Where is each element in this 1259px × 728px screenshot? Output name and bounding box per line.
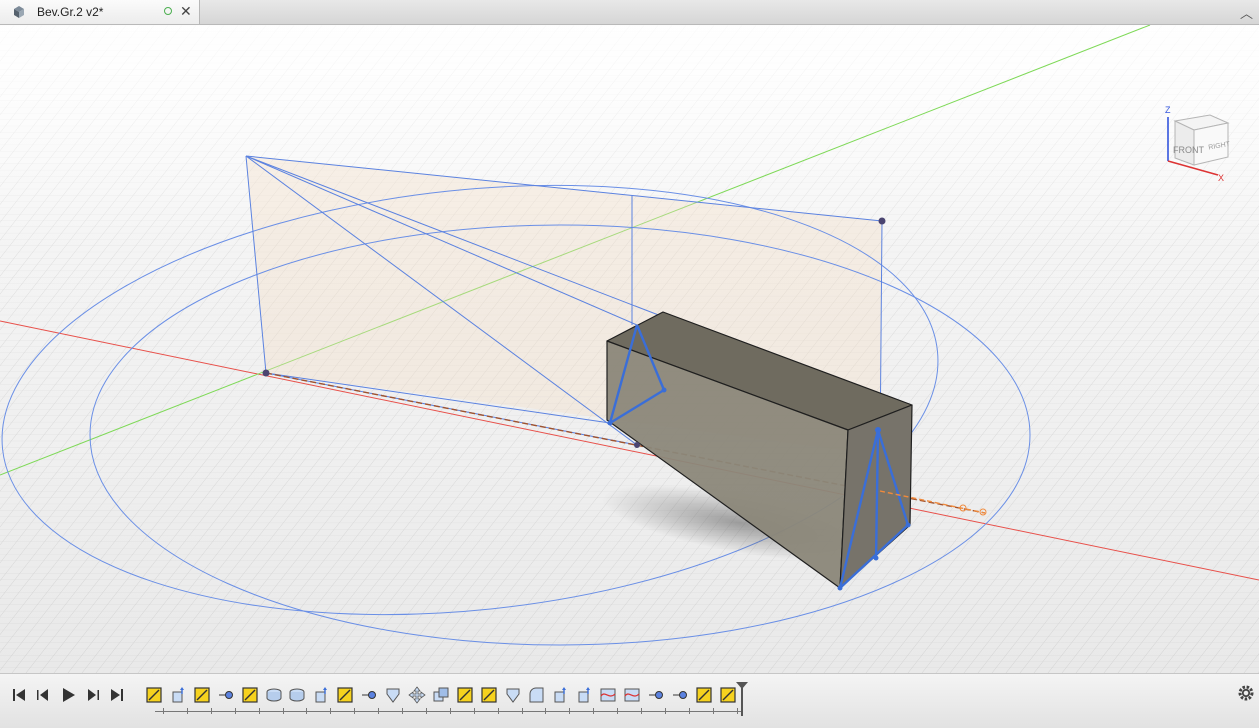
timeline-feature-extrude[interactable] (312, 686, 330, 704)
timeline-tick (473, 708, 475, 714)
timeline-feature-sketch[interactable] (193, 686, 211, 704)
collapse-icon[interactable]: ︿ (1240, 3, 1253, 22)
extrude-icon (172, 687, 184, 703)
timeline-tick (593, 708, 595, 714)
play-icon[interactable] (59, 686, 77, 704)
document-title: Bev.Gr.2 v2* (37, 5, 104, 19)
timeline-tick (569, 708, 571, 714)
loft-icon (600, 688, 616, 702)
timeline-tick (641, 708, 642, 714)
timeline-tick (378, 708, 380, 714)
timeline-feature-extrude[interactable] (169, 686, 187, 704)
timeline-feature-shell[interactable] (384, 686, 402, 704)
timeline-feature-sketch[interactable] (241, 686, 259, 704)
shell-icon (506, 688, 519, 703)
timeline-tick (521, 708, 523, 714)
timeline-feature-point[interactable] (217, 686, 235, 704)
timeline-tick (712, 708, 714, 714)
sketch-icon (241, 687, 258, 703)
timeline-feature-point[interactable] (360, 686, 378, 704)
timeline-feature-loft[interactable] (599, 686, 617, 704)
extrude-icon (578, 687, 591, 703)
timeline-tick (186, 708, 188, 714)
sketch-icon (194, 687, 210, 703)
viewcube-x-label: X (1218, 173, 1224, 183)
timeline-tick (688, 708, 690, 714)
timeline-feature-revolve[interactable] (288, 686, 306, 704)
timeline-feature-sketch[interactable] (145, 686, 163, 704)
combine-icon (433, 687, 449, 702)
canvas-viewport[interactable]: FRONT RIGHT Z X (0, 25, 1259, 673)
sketch-icon (457, 687, 473, 703)
document-tab-bar: Bev.Gr.2 v2* ✕ ︿ (0, 0, 1259, 25)
timeline-feature-shell[interactable] (504, 686, 522, 704)
scene-canvas[interactable] (0, 25, 1259, 673)
timeline-tick (282, 708, 284, 714)
document-tab[interactable]: Bev.Gr.2 v2* ✕ (0, 0, 200, 24)
timeline-feature-sketch[interactable] (695, 686, 713, 704)
timeline-tick (258, 708, 260, 714)
timeline-feature-sketch[interactable] (336, 686, 354, 704)
timeline-bar (0, 673, 1259, 728)
timeline-feature-revolve[interactable] (265, 686, 283, 704)
timeline-tick (354, 708, 356, 714)
timeline-feature-point[interactable] (671, 686, 689, 704)
revolve-icon (289, 688, 305, 702)
point-icon (648, 691, 663, 699)
timeline-tick (306, 708, 308, 714)
saved-status-icon (164, 7, 172, 15)
timeline-feature-extrude[interactable] (575, 686, 593, 704)
viewcube-front-label[interactable]: FRONT (1173, 145, 1204, 155)
viewcube-widget[interactable]: FRONT RIGHT Z X (1150, 103, 1235, 188)
timeline-tick (497, 708, 499, 714)
sketch-icon (696, 687, 712, 703)
step-back-icon[interactable] (34, 686, 52, 704)
timeline-tick (330, 708, 332, 714)
viewcube-z-label: Z (1165, 105, 1171, 115)
timeline-feature-loft[interactable] (623, 686, 641, 704)
timeline-marker[interactable] (736, 682, 748, 716)
timeline-tick (617, 708, 619, 714)
extrude-icon (315, 687, 328, 703)
timeline-tick (234, 708, 236, 714)
loft-icon (624, 688, 640, 702)
point-icon (362, 691, 377, 699)
sketch-icon (337, 687, 353, 703)
point-icon (672, 691, 687, 699)
fillet-icon (529, 687, 544, 703)
timeline-tick (210, 708, 212, 714)
skip-to-start-icon[interactable] (10, 686, 28, 704)
step-forward-icon[interactable] (84, 686, 102, 704)
box-icon (14, 6, 24, 18)
timeline-feature-sketch[interactable] (719, 686, 737, 704)
timeline-tick (163, 708, 164, 714)
sketch-icon (719, 687, 736, 703)
timeline-feature-extrude[interactable] (551, 686, 569, 704)
extrude-icon (554, 687, 567, 703)
timeline-feature-fillet[interactable] (527, 686, 545, 704)
revolve-icon (266, 688, 281, 702)
timeline-tick (402, 708, 403, 714)
timeline-tick (664, 708, 666, 714)
timeline-tick (449, 708, 451, 714)
point-icon (218, 691, 233, 699)
timeline-feature-combine[interactable] (432, 686, 450, 704)
sketch-icon (480, 687, 497, 703)
gear-icon[interactable] (1237, 684, 1255, 702)
sketch-icon (146, 687, 162, 703)
timeline-feature-sketch[interactable] (456, 686, 474, 704)
skip-to-end-icon[interactable] (108, 686, 126, 704)
timeline-tick (545, 708, 547, 714)
timeline-feature-move[interactable] (408, 686, 426, 704)
timeline-tick (425, 708, 427, 714)
shell-icon (386, 688, 400, 703)
move-icon (408, 686, 426, 704)
close-icon[interactable]: ✕ (180, 3, 192, 20)
timeline-feature-sketch[interactable] (480, 686, 498, 704)
timeline-feature-point[interactable] (647, 686, 665, 704)
